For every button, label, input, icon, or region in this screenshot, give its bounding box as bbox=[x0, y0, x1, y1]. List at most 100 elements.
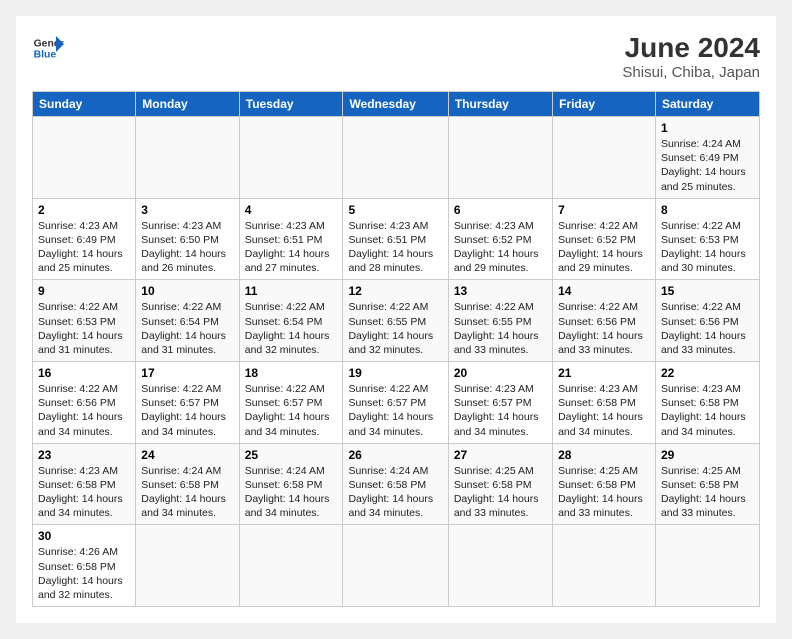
calendar-cell: 1 Sunrise: 4:24 AM Sunset: 6:49 PM Daylig… bbox=[655, 117, 759, 199]
day-number: 4 bbox=[245, 203, 338, 217]
day-number: 9 bbox=[38, 284, 130, 298]
calendar-cell bbox=[239, 117, 343, 199]
day-info: Sunrise: 4:23 AM Sunset: 6:58 PM Dayligh… bbox=[558, 382, 650, 439]
day-info: Sunrise: 4:22 AM Sunset: 6:56 PM Dayligh… bbox=[558, 300, 650, 357]
calendar-cell bbox=[553, 117, 656, 199]
calendar-cell: 29 Sunrise: 4:25 AM Sunset: 6:58 PM Dayli… bbox=[655, 443, 759, 525]
day-number: 28 bbox=[558, 448, 650, 462]
calendar-cell: 4 Sunrise: 4:23 AM Sunset: 6:51 PM Daylig… bbox=[239, 198, 343, 280]
table-row: 30 Sunrise: 4:26 AM Sunset: 6:58 PM Dayli… bbox=[33, 525, 760, 607]
calendar-cell: 19Sunrise: 4:22 AM Sunset: 6:57 PM Dayli… bbox=[343, 362, 448, 444]
calendar-cell: 23 Sunrise: 4:23 AM Sunset: 6:58 PM Dayli… bbox=[33, 443, 136, 525]
day-info: Sunrise: 4:25 AM Sunset: 6:58 PM Dayligh… bbox=[558, 464, 650, 521]
calendar-cell: 8Sunrise: 4:22 AM Sunset: 6:53 PM Daylig… bbox=[655, 198, 759, 280]
day-number: 16 bbox=[38, 366, 130, 380]
day-info: Sunrise: 4:22 AM Sunset: 6:54 PM Dayligh… bbox=[141, 300, 233, 357]
calendar-cell: 21 Sunrise: 4:23 AM Sunset: 6:58 PM Dayli… bbox=[553, 362, 656, 444]
calendar-cell: 9 Sunrise: 4:22 AM Sunset: 6:53 PM Daylig… bbox=[33, 280, 136, 362]
day-info: Sunrise: 4:22 AM Sunset: 6:53 PM Dayligh… bbox=[38, 300, 130, 357]
day-number: 3 bbox=[141, 203, 233, 217]
calendar-cell bbox=[343, 525, 448, 607]
table-row: 16 Sunrise: 4:22 AM Sunset: 6:56 PM Dayli… bbox=[33, 362, 760, 444]
title-block: June 2024 Shisui, Chiba, Japan bbox=[622, 32, 760, 81]
calendar-table: Sunday Monday Tuesday Wednesday Thursday… bbox=[32, 91, 760, 607]
day-info: Sunrise: 4:23 AM Sunset: 6:51 PM Dayligh… bbox=[348, 219, 442, 276]
calendar-cell: 5 Sunrise: 4:23 AM Sunset: 6:51 PM Daylig… bbox=[343, 198, 448, 280]
day-number: 22 bbox=[661, 366, 754, 380]
day-number: 17 bbox=[141, 366, 233, 380]
calendar-cell: 6 Sunrise: 4:23 AM Sunset: 6:52 PM Daylig… bbox=[448, 198, 552, 280]
day-number: 14 bbox=[558, 284, 650, 298]
calendar-cell bbox=[239, 525, 343, 607]
header-row: Sunday Monday Tuesday Wednesday Thursday… bbox=[33, 92, 760, 117]
calendar-cell: 27Sunrise: 4:25 AM Sunset: 6:58 PM Dayli… bbox=[448, 443, 552, 525]
day-number: 25 bbox=[245, 448, 338, 462]
day-info: Sunrise: 4:24 AM Sunset: 6:58 PM Dayligh… bbox=[245, 464, 338, 521]
day-number: 23 bbox=[38, 448, 130, 462]
day-info: Sunrise: 4:23 AM Sunset: 6:57 PM Dayligh… bbox=[454, 382, 547, 439]
day-info: Sunrise: 4:23 AM Sunset: 6:58 PM Dayligh… bbox=[661, 382, 754, 439]
day-info: Sunrise: 4:24 AM Sunset: 6:49 PM Dayligh… bbox=[661, 137, 754, 194]
calendar-cell: 10Sunrise: 4:22 AM Sunset: 6:54 PM Dayli… bbox=[136, 280, 239, 362]
day-number: 7 bbox=[558, 203, 650, 217]
day-number: 20 bbox=[454, 366, 547, 380]
calendar-page: General Blue June 2024 Shisui, Chiba, Ja… bbox=[16, 16, 776, 623]
day-info: Sunrise: 4:22 AM Sunset: 6:54 PM Dayligh… bbox=[245, 300, 338, 357]
calendar-cell: 26Sunrise: 4:24 AM Sunset: 6:58 PM Dayli… bbox=[343, 443, 448, 525]
day-number: 12 bbox=[348, 284, 442, 298]
location-subtitle: Shisui, Chiba, Japan bbox=[622, 64, 760, 81]
calendar-cell bbox=[343, 117, 448, 199]
day-info: Sunrise: 4:22 AM Sunset: 6:57 PM Dayligh… bbox=[348, 382, 442, 439]
day-info: Sunrise: 4:23 AM Sunset: 6:58 PM Dayligh… bbox=[38, 464, 130, 521]
col-friday: Friday bbox=[553, 92, 656, 117]
day-info: Sunrise: 4:26 AM Sunset: 6:58 PM Dayligh… bbox=[38, 545, 130, 602]
day-info: Sunrise: 4:22 AM Sunset: 6:55 PM Dayligh… bbox=[348, 300, 442, 357]
col-wednesday: Wednesday bbox=[343, 92, 448, 117]
calendar-cell: 14 Sunrise: 4:22 AM Sunset: 6:56 PM Dayli… bbox=[553, 280, 656, 362]
day-info: Sunrise: 4:23 AM Sunset: 6:50 PM Dayligh… bbox=[141, 219, 233, 276]
calendar-cell: 30 Sunrise: 4:26 AM Sunset: 6:58 PM Dayli… bbox=[33, 525, 136, 607]
day-number: 21 bbox=[558, 366, 650, 380]
day-number: 13 bbox=[454, 284, 547, 298]
col-tuesday: Tuesday bbox=[239, 92, 343, 117]
col-saturday: Saturday bbox=[655, 92, 759, 117]
day-info: Sunrise: 4:23 AM Sunset: 6:52 PM Dayligh… bbox=[454, 219, 547, 276]
calendar-cell: 13 Sunrise: 4:22 AM Sunset: 6:55 PM Dayli… bbox=[448, 280, 552, 362]
calendar-cell bbox=[33, 117, 136, 199]
day-number: 24 bbox=[141, 448, 233, 462]
day-number: 1 bbox=[661, 121, 754, 135]
day-number: 30 bbox=[38, 529, 130, 543]
day-info: Sunrise: 4:22 AM Sunset: 6:55 PM Dayligh… bbox=[454, 300, 547, 357]
day-info: Sunrise: 4:22 AM Sunset: 6:57 PM Dayligh… bbox=[245, 382, 338, 439]
calendar-cell: 24 Sunrise: 4:24 AM Sunset: 6:58 PM Dayli… bbox=[136, 443, 239, 525]
table-row: 1 Sunrise: 4:24 AM Sunset: 6:49 PM Daylig… bbox=[33, 117, 760, 199]
day-info: Sunrise: 4:22 AM Sunset: 6:57 PM Dayligh… bbox=[141, 382, 233, 439]
day-number: 5 bbox=[348, 203, 442, 217]
calendar-cell: 22 Sunrise: 4:23 AM Sunset: 6:58 PM Dayli… bbox=[655, 362, 759, 444]
month-title: June 2024 bbox=[622, 32, 760, 64]
header: General Blue June 2024 Shisui, Chiba, Ja… bbox=[32, 32, 760, 81]
calendar-cell: 16 Sunrise: 4:22 AM Sunset: 6:56 PM Dayli… bbox=[33, 362, 136, 444]
day-number: 6 bbox=[454, 203, 547, 217]
day-number: 27 bbox=[454, 448, 547, 462]
day-info: Sunrise: 4:22 AM Sunset: 6:56 PM Dayligh… bbox=[38, 382, 130, 439]
calendar-cell: 28 Sunrise: 4:25 AM Sunset: 6:58 PM Dayli… bbox=[553, 443, 656, 525]
calendar-cell bbox=[553, 525, 656, 607]
day-number: 29 bbox=[661, 448, 754, 462]
calendar-cell: 7Sunrise: 4:22 AM Sunset: 6:52 PM Daylig… bbox=[553, 198, 656, 280]
calendar-cell: 18Sunrise: 4:22 AM Sunset: 6:57 PM Dayli… bbox=[239, 362, 343, 444]
day-info: Sunrise: 4:25 AM Sunset: 6:58 PM Dayligh… bbox=[661, 464, 754, 521]
calendar-cell: 2Sunrise: 4:23 AM Sunset: 6:49 PM Daylig… bbox=[33, 198, 136, 280]
day-info: Sunrise: 4:24 AM Sunset: 6:58 PM Dayligh… bbox=[141, 464, 233, 521]
col-monday: Monday bbox=[136, 92, 239, 117]
calendar-cell bbox=[448, 117, 552, 199]
day-info: Sunrise: 4:22 AM Sunset: 6:53 PM Dayligh… bbox=[661, 219, 754, 276]
day-info: Sunrise: 4:23 AM Sunset: 6:51 PM Dayligh… bbox=[245, 219, 338, 276]
table-row: 2Sunrise: 4:23 AM Sunset: 6:49 PM Daylig… bbox=[33, 198, 760, 280]
col-sunday: Sunday bbox=[33, 92, 136, 117]
day-number: 15 bbox=[661, 284, 754, 298]
calendar-cell: 3 Sunrise: 4:23 AM Sunset: 6:50 PM Daylig… bbox=[136, 198, 239, 280]
day-number: 2 bbox=[38, 203, 130, 217]
svg-text:Blue: Blue bbox=[34, 50, 57, 61]
calendar-cell: 15Sunrise: 4:22 AM Sunset: 6:56 PM Dayli… bbox=[655, 280, 759, 362]
